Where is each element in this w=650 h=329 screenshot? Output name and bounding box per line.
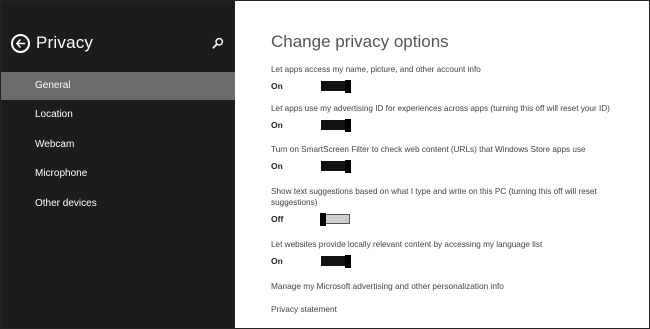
toggle-thumb bbox=[345, 80, 351, 93]
toggle-state-label: On bbox=[271, 120, 283, 130]
sidebar-item-other-devices[interactable]: Other devices bbox=[1, 190, 235, 218]
toggle-state-label: Off bbox=[271, 214, 284, 224]
setting-smartscreen: Turn on SmartScreen Filter to check web … bbox=[271, 144, 621, 173]
toggle-thumb bbox=[345, 255, 351, 268]
setting-text-suggestions: Show text suggestions based on what I ty… bbox=[271, 186, 616, 226]
search-icon[interactable] bbox=[212, 36, 224, 49]
toggle-thumb bbox=[345, 119, 351, 132]
smartscreen-toggle[interactable] bbox=[321, 160, 351, 173]
text-suggestions-toggle[interactable] bbox=[320, 213, 350, 226]
settings-window: Privacy General Location Webcam Micropho… bbox=[0, 0, 650, 329]
manage-advertising-link[interactable]: Manage my Microsoft advertising and othe… bbox=[271, 281, 504, 291]
sidebar-nav: General Location Webcam Microphone Other… bbox=[1, 72, 235, 219]
setting-account-info: Let apps access my name, picture, and ot… bbox=[271, 64, 621, 93]
sidebar-header: Privacy bbox=[11, 31, 93, 55]
main-content: Change privacy options Let apps access m… bbox=[235, 1, 649, 328]
privacy-statement-link[interactable]: Privacy statement bbox=[271, 304, 337, 314]
toggle-row: On bbox=[271, 80, 621, 93]
sidebar-item-general[interactable]: General bbox=[1, 72, 235, 100]
sidebar-item-microphone[interactable]: Microphone bbox=[1, 160, 235, 188]
setting-advertising-id: Let apps use my advertising ID for exper… bbox=[271, 103, 631, 132]
language-list-toggle[interactable] bbox=[321, 255, 351, 268]
setting-label: Turn on SmartScreen Filter to check web … bbox=[271, 145, 586, 154]
setting-label: Show text suggestions based on what I ty… bbox=[271, 187, 597, 207]
toggle-row: On bbox=[271, 160, 621, 173]
sidebar-title: Privacy bbox=[36, 33, 94, 52]
toggle-state-label: On bbox=[271, 81, 283, 91]
page-title: Change privacy options bbox=[271, 32, 449, 51]
setting-label: Let websites provide locally relevant co… bbox=[271, 240, 543, 249]
setting-language-list: Let websites provide locally relevant co… bbox=[271, 239, 621, 268]
setting-label: Let apps access my name, picture, and ot… bbox=[271, 65, 481, 74]
toggle-thumb bbox=[345, 160, 351, 173]
sidebar-item-webcam[interactable]: Webcam bbox=[1, 131, 235, 159]
setting-label: Let apps use my advertising ID for exper… bbox=[271, 104, 610, 113]
sidebar: Privacy General Location Webcam Micropho… bbox=[1, 1, 235, 328]
sidebar-item-location[interactable]: Location bbox=[1, 101, 235, 129]
advertising-id-toggle[interactable] bbox=[321, 119, 351, 132]
toggle-row: Off bbox=[271, 213, 616, 226]
toggle-row: On bbox=[271, 255, 621, 268]
account-info-toggle[interactable] bbox=[321, 80, 351, 93]
toggle-row: On bbox=[271, 119, 631, 132]
toggle-state-label: On bbox=[271, 256, 283, 266]
toggle-thumb bbox=[320, 213, 326, 226]
back-arrow-icon[interactable] bbox=[11, 33, 30, 53]
toggle-state-label: On bbox=[271, 161, 283, 171]
